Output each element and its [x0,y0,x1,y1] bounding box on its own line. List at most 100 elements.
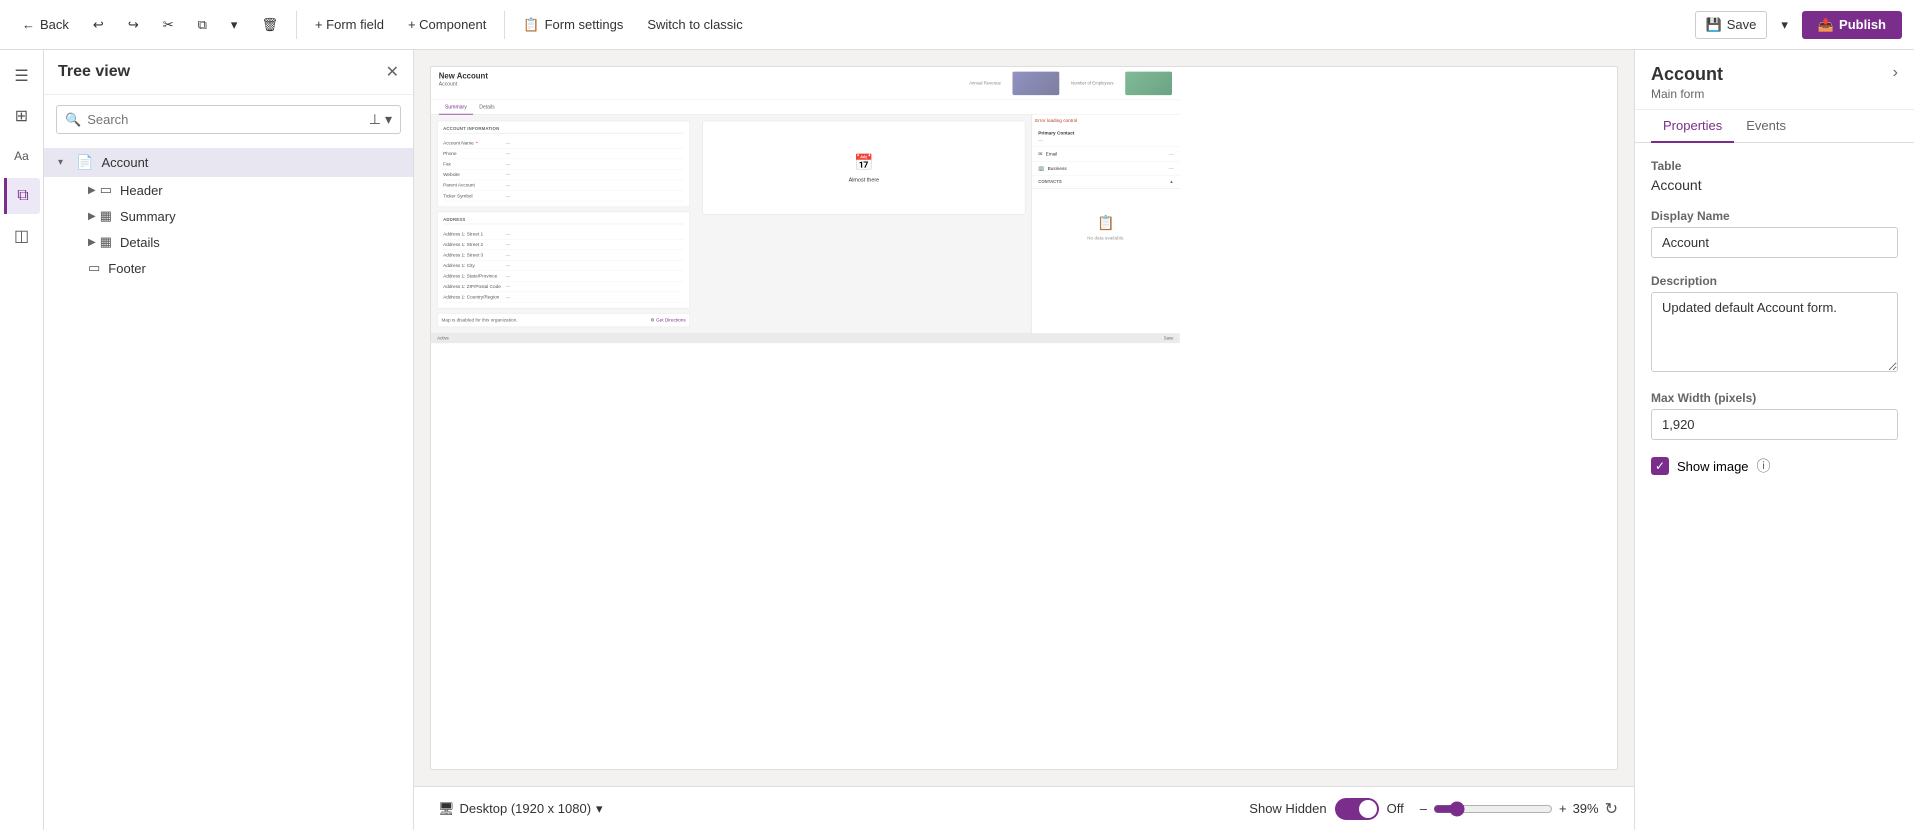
copy-icon: ⧉ [198,17,207,33]
business-label: Business [1048,166,1067,171]
preview-tab-summary[interactable]: Summary [439,100,473,114]
show-hidden-label: Show Hidden [1249,801,1326,816]
zoom-level: 39% [1573,801,1599,816]
no-data-text: No data available. [1087,235,1124,240]
max-width-input[interactable] [1651,409,1898,440]
delete-icon: 🗑 [261,17,278,33]
tree-view-panel: Tree view ✕ 🔍 ⊥ ▾ ▾ 📄 Account ▶ ▭ Header [44,50,414,830]
get-directions-button[interactable]: ⚙ Get Directions [651,317,686,322]
display-name-label: Display Name [1651,209,1898,223]
undo-icon: ↩ [93,17,104,33]
description-textarea[interactable]: Updated default Account form. [1651,292,1898,372]
preview-col-right: Error loading control Primary Contact — … [1032,115,1180,334]
header-icon: ▭ [100,182,112,198]
desktop-icon: 🖥 [438,801,455,817]
chevron-right-icon-3: ▶ [88,237,96,248]
left-nav: ☰ ⊞ Aa ⧉ ◫ [0,50,44,830]
show-hidden-toggle[interactable] [1335,798,1379,820]
contacts-title: CONTACTS [1038,180,1062,185]
right-panel-expand-button[interactable]: › [1893,64,1898,82]
primary-contact-label: Primary Contact [1038,130,1173,135]
save-dropdown-icon: ▾ [1781,17,1788,33]
preview-footer: Active Save [431,333,1180,343]
copy-button[interactable]: ⧉ [188,12,217,38]
form-field-label: + Form field [315,17,384,32]
tree-item-details-label: Details [120,235,160,250]
desktop-label: Desktop (1920 x 1080) [460,801,592,816]
chevron-right-icon-2: ▶ [88,211,96,222]
form-settings-icon: 📋 [523,17,539,33]
back-label: Back [40,17,69,32]
main-toolbar: ← Back ↩ ↪ ✂ ⧉ ▾ 🗑 + Form field + Compon… [0,0,1914,50]
email-value: — [1169,151,1174,156]
zoom-minus-icon: – [1420,801,1427,816]
contacts-expand-icon: ▲ [1169,180,1173,185]
panel-header: Tree view ✕ [44,50,413,95]
search-input[interactable] [87,112,363,127]
undo-button[interactable]: ↩ [83,12,114,38]
form-settings-button[interactable]: 📋 Form settings [513,12,633,38]
filter-button[interactable]: ⊥ [369,111,381,128]
no-data-icon: 📋 [1097,215,1114,231]
switch-classic-button[interactable]: Switch to classic [637,12,752,37]
divider-2 [504,11,505,39]
save-icon: 💾 [1706,17,1722,33]
delete-button[interactable]: 🗑 [251,12,288,38]
component-icon: ◫ [14,226,29,246]
canvas-area: New Account Account Annual Revenue Numbe… [414,50,1634,830]
tree-item-header[interactable]: ▶ ▭ Header [44,177,413,203]
preview-tab-details[interactable]: Details [473,100,501,114]
publish-icon: 📤 [1818,17,1834,33]
toggle-off-label: Off [1387,801,1404,816]
save-button[interactable]: 💾 Save [1695,11,1768,39]
right-panel: Account Main form › Properties Events Ta… [1634,50,1914,830]
error-loading-control: Error loading control [1032,115,1180,127]
add-form-field-button[interactable]: + Form field [305,12,394,37]
save-dropdown-button[interactable]: ▾ [1771,12,1798,38]
panel-close-button[interactable]: ✕ [386,62,399,82]
right-panel-subtitle: Main form [1651,87,1723,101]
tree-item-footer[interactable]: ▭ Footer [44,255,413,281]
preview-subtitle: Account [439,81,488,87]
field-account-name: Account Name * — [443,138,684,149]
tree-item-account[interactable]: ▾ 📄 Account [44,148,413,177]
rotate-button[interactable]: ↻ [1605,799,1618,819]
timeline-area: 📅 Almost there [702,121,1025,215]
preview-body: ACCOUNT INFORMATION Account Name * — Pho… [431,115,1180,334]
publish-button[interactable]: 📤 Publish [1802,11,1902,39]
info-icon[interactable]: ⓘ [1757,456,1771,476]
nav-menu-button[interactable]: ☰ [4,58,40,94]
switch-classic-label: Switch to classic [647,17,742,32]
nav-text-button[interactable]: Aa [4,138,40,174]
text-icon: Aa [14,149,29,163]
cut-button[interactable]: ✂ [153,12,184,38]
primary-contact-value: — [1038,137,1173,142]
timeline-icon: 📅 [854,153,873,171]
zoom-slider[interactable] [1433,801,1553,817]
tab-properties[interactable]: Properties [1651,110,1734,143]
show-image-label: Show image [1677,459,1749,474]
field-fax: Fax — [443,159,684,170]
no-data-area: 📋 No data available. [1032,189,1180,267]
add-component-button[interactable]: + Component [398,12,496,37]
right-panel-header: Account Main form › [1635,50,1914,110]
redo-button[interactable]: ↪ [118,12,149,38]
nav-layers-button[interactable]: ⧉ [4,178,40,214]
tree-item-details[interactable]: ▶ ▦ Details [44,229,413,255]
back-icon: ← [22,17,35,32]
preview-record-info: New Account Account [439,72,488,87]
dropdown-button[interactable]: ▾ [221,12,248,38]
filter-dropdown-button[interactable]: ▾ [385,111,392,128]
nav-component-button[interactable]: ◫ [4,218,40,254]
show-image-checkbox[interactable]: ✓ [1651,457,1669,475]
tab-events[interactable]: Events [1734,110,1798,143]
back-button[interactable]: ← Back [12,12,79,37]
tree-item-summary[interactable]: ▶ ▦ Summary [44,203,413,229]
field-ticker-symbol: Ticker Symbol — [443,191,684,202]
display-name-input[interactable] [1651,227,1898,258]
menu-icon: ☰ [14,66,28,86]
account-info-title: ACCOUNT INFORMATION [443,127,684,134]
redo-icon: ↪ [128,17,139,33]
desktop-selector-button[interactable]: 🖥 Desktop (1920 x 1080) ▾ [430,797,611,821]
nav-grid-button[interactable]: ⊞ [4,98,40,134]
